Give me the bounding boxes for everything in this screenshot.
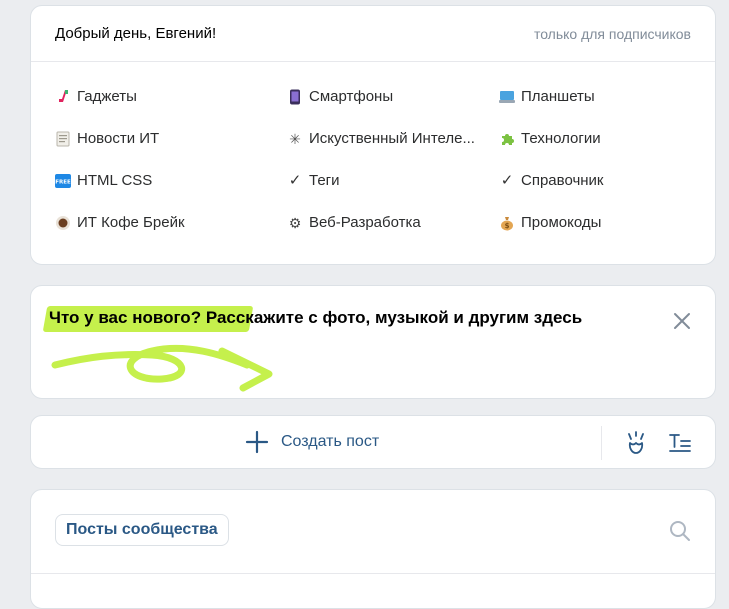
menu-item-html-css[interactable]: FREE HTML CSS <box>55 172 152 189</box>
news-icon <box>55 131 71 147</box>
menu-item-label: Искуственный Интеле... <box>309 130 475 147</box>
puzzle-icon <box>499 131 515 147</box>
arrow-doodle-icon <box>51 344 273 392</box>
menu-item-it-news[interactable]: Новости ИТ <box>55 130 159 147</box>
menu-item-promo[interactable]: $ Промокоды <box>499 214 601 231</box>
check-icon: ✓ <box>500 171 514 189</box>
plus-icon <box>245 430 269 454</box>
close-icon <box>674 313 690 329</box>
divider <box>31 573 715 574</box>
menu-grid: Гаджеты Смартфоны Планшеты Новости ИТ ✳ … <box>31 62 715 262</box>
menu-item-label: Гаджеты <box>77 88 137 105</box>
menu-item-reference[interactable]: ✓ Справочник <box>499 172 604 189</box>
tab-community-posts[interactable]: Посты сообщества <box>55 514 229 546</box>
menu-item-label: Веб-Разработка <box>309 214 421 231</box>
menu-header: Добрый день, Евгений! только для подписч… <box>31 6 715 62</box>
hands-icon <box>628 431 644 454</box>
text-format-icon <box>669 434 691 452</box>
menu-item-tags[interactable]: ✓ Теги <box>287 172 340 189</box>
menu-item-label: Технологии <box>521 130 601 147</box>
gear-icon: ⚙ <box>288 214 302 231</box>
community-posts-card: Посты сообщества <box>30 489 716 609</box>
menu-item-technologies[interactable]: Технологии <box>499 130 601 147</box>
free-badge-icon: FREE <box>55 173 71 189</box>
menu-card: Добрый день, Евгений! только для подписч… <box>30 5 716 265</box>
svg-text:FREE: FREE <box>55 179 71 185</box>
greeting-text: Добрый день, Евгений! <box>55 25 217 42</box>
menu-item-label: Теги <box>309 172 340 189</box>
menu-item-ai[interactable]: ✳ Искуственный Интеле... <box>287 130 475 147</box>
menu-item-label: ИТ Кофе Брейк <box>77 214 185 231</box>
money-bag-icon: $ <box>499 215 515 231</box>
create-post-card: Создать пост <box>30 415 716 469</box>
whats-new-text: Что у вас нового? Расскажите с фото, муз… <box>49 308 582 328</box>
tablet-icon <box>499 89 515 105</box>
menu-item-label: Справочник <box>521 172 604 189</box>
menu-item-label: Промокоды <box>521 214 602 231</box>
subscribers-only-link[interactable]: только для подписчиков <box>534 26 691 42</box>
menu-item-tablets[interactable]: Планшеты <box>499 88 595 105</box>
search-button[interactable] <box>669 520 691 542</box>
smartphone-icon <box>287 89 303 105</box>
menu-item-web-dev[interactable]: ⚙ Веб-Разработка <box>287 214 421 231</box>
create-post-label: Создать пост <box>281 433 380 450</box>
svg-text:$: $ <box>505 222 510 230</box>
menu-item-gadgets[interactable]: Гаджеты <box>55 88 137 105</box>
whats-new-card[interactable]: Что у вас нового? Расскажите с фото, муз… <box>30 285 716 399</box>
menu-item-label: HTML CSS <box>77 172 153 189</box>
whats-new-question: Что у вас нового? <box>49 308 202 327</box>
menu-item-label: Новости ИТ <box>77 130 160 147</box>
whats-new-prompt: Расскажите с фото, музыкой и другим здес… <box>205 308 583 327</box>
menu-item-coffee-break[interactable]: ИТ Кофе Брейк <box>55 214 185 231</box>
emoji-hands-button[interactable] <box>623 430 649 456</box>
gadget-icon <box>55 89 71 105</box>
check-icon: ✓ <box>288 171 302 189</box>
menu-item-label: Планшеты <box>521 88 595 105</box>
search-icon <box>670 521 690 541</box>
coffee-icon <box>55 215 71 231</box>
vertical-divider <box>601 426 602 460</box>
sparkle-icon: ✳ <box>289 130 301 147</box>
menu-item-label: Смартфоны <box>309 88 394 105</box>
create-post-button[interactable]: Создать пост <box>245 430 379 454</box>
close-button[interactable] <box>673 312 691 330</box>
menu-item-smartphones[interactable]: Смартфоны <box>287 88 393 105</box>
text-format-button[interactable] <box>667 430 693 456</box>
